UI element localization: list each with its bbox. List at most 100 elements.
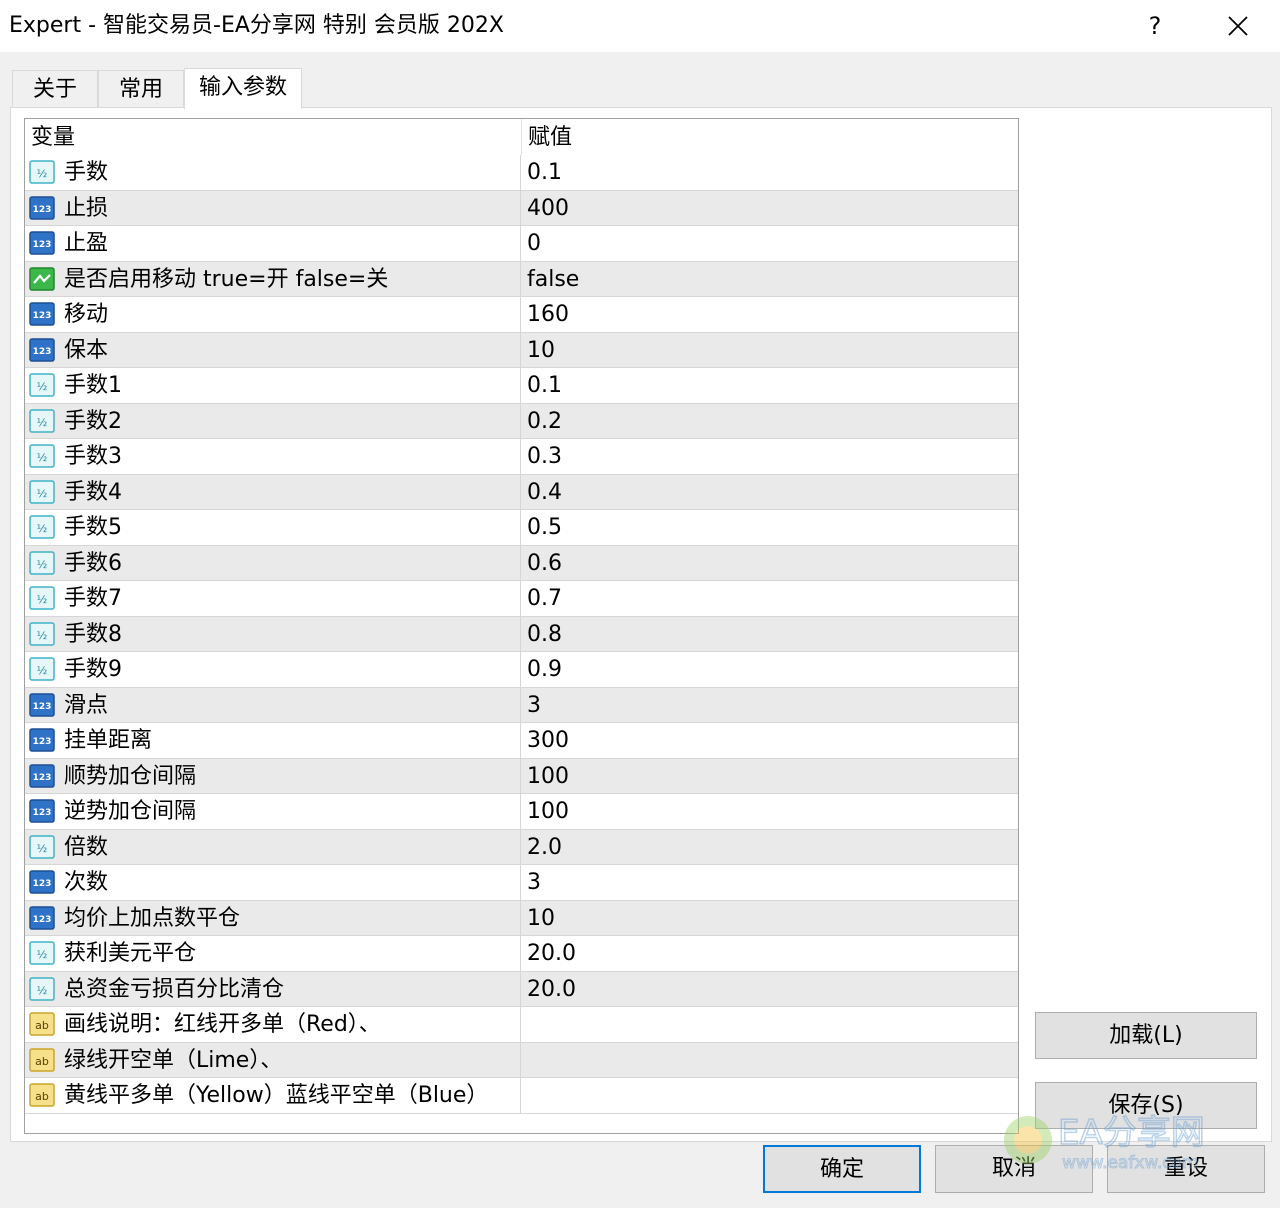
table-row[interactable]: ½ 手数6 0.6 <box>25 545 1018 581</box>
parameter-value[interactable]: 3 <box>527 688 541 723</box>
parameter-value[interactable]: 0.9 <box>527 652 562 687</box>
table-row[interactable]: ½ 手数2 0.2 <box>25 403 1018 439</box>
integer-icon: 123 <box>29 799 55 823</box>
parameter-value[interactable]: 0.7 <box>527 581 562 616</box>
parameter-value[interactable]: 0.4 <box>527 475 562 510</box>
parameter-value[interactable]: 20.0 <box>527 936 576 971</box>
parameter-value[interactable]: 0.1 <box>527 155 562 190</box>
table-row[interactable]: ab 黄线平多单（Yellow）蓝线平空单（Blue） <box>25 1078 1018 1114</box>
column-divider <box>520 439 521 474</box>
column-divider <box>520 794 521 829</box>
parameter-value[interactable]: 0.1 <box>527 368 562 403</box>
fraction-icon: ½ <box>29 976 55 1001</box>
svg-text:123: 123 <box>33 808 52 818</box>
parameter-name: 保本 <box>64 337 109 363</box>
table-row[interactable]: 123 保本 10 <box>25 332 1018 368</box>
parameter-value[interactable]: 3 <box>527 865 541 900</box>
table-row[interactable]: ½ 手数 0.1 <box>25 155 1018 191</box>
title-bar: Expert - 智能交易员-EA分享网 特别 会员版 202X ? <box>0 0 1280 52</box>
integer-icon: 123 <box>29 763 55 788</box>
column-divider <box>520 936 521 971</box>
integer-icon: 123 <box>29 728 55 752</box>
table-row[interactable]: 123 滑点 3 <box>25 687 1018 723</box>
parameter-value[interactable]: 300 <box>527 723 569 758</box>
reset-button[interactable]: 重设 <box>1107 1145 1265 1193</box>
parameter-value[interactable]: 0 <box>527 226 541 261</box>
parameter-name: 获利美元平仓 <box>64 941 197 966</box>
parameter-value[interactable]: 0.5 <box>527 510 562 545</box>
table-row[interactable]: 123 逆势加仓间隔 100 <box>25 794 1018 830</box>
tab-about[interactable]: 关于 <box>12 70 98 108</box>
fraction-icon: ½ <box>29 479 55 504</box>
parameter-value[interactable]: 0.8 <box>527 617 562 652</box>
table-row[interactable]: 123 挂单距离 300 <box>25 723 1018 759</box>
table-row[interactable]: ½ 手数7 0.7 <box>25 581 1018 617</box>
column-divider <box>520 723 521 758</box>
table-row[interactable]: ½ 总资金亏损百分比清仓 20.0 <box>25 971 1018 1007</box>
parameter-value[interactable]: 0.3 <box>527 439 562 474</box>
table-row[interactable]: 123 次数 3 <box>25 865 1018 901</box>
column-header-value[interactable]: 赋值 <box>528 119 572 155</box>
fraction-icon: ½ <box>29 586 55 610</box>
column-divider <box>520 261 521 296</box>
table-row[interactable]: 是否启用移动 true=开 false=关 false <box>25 261 1018 297</box>
integer-icon: 123 <box>29 905 55 930</box>
load-button[interactable]: 加载(L) <box>1035 1012 1257 1059</box>
table-row[interactable]: ½ 手数5 0.5 <box>25 510 1018 546</box>
svg-text:½: ½ <box>37 167 48 180</box>
close-button[interactable] <box>1203 0 1273 52</box>
table-row[interactable]: ½ 手数1 0.1 <box>25 368 1018 404</box>
table-row[interactable]: ½ 倍数 2.0 <box>25 829 1018 865</box>
parameter-value[interactable]: 10 <box>527 901 555 936</box>
fraction-icon: ½ <box>29 373 55 397</box>
table-row[interactable]: ½ 手数8 0.8 <box>25 616 1018 652</box>
parameter-value[interactable]: 10 <box>527 333 555 368</box>
table-row[interactable]: ab 画线说明：红线开多单（Red）、 <box>25 1007 1018 1043</box>
table-row[interactable]: ab 绿线开空单（Lime）、 <box>25 1042 1018 1078</box>
column-divider <box>520 474 521 509</box>
svg-text:123: 123 <box>33 702 52 712</box>
parameter-value[interactable]: 400 <box>527 191 569 226</box>
window-title: Expert - 智能交易员-EA分享网 特别 会员版 202X <box>9 13 504 38</box>
parameter-name: 止损 <box>64 195 109 221</box>
tab-common[interactable]: 常用 <box>98 70 184 108</box>
fraction-icon: ½ <box>29 550 55 575</box>
fraction-icon: ½ <box>29 444 55 468</box>
parameter-value[interactable]: false <box>527 262 579 297</box>
cancel-button[interactable]: 取消 <box>935 1145 1093 1193</box>
column-divider <box>520 403 521 438</box>
table-row[interactable]: 123 止损 400 <box>25 190 1018 226</box>
svg-text:½: ½ <box>37 629 48 642</box>
table-row[interactable]: 123 止盈 0 <box>25 226 1018 262</box>
svg-text:123: 123 <box>33 737 52 747</box>
table-row[interactable]: ½ 手数3 0.3 <box>25 439 1018 475</box>
column-divider <box>520 616 521 651</box>
table-row[interactable]: 123 顺势加仓间隔 100 <box>25 758 1018 794</box>
parameter-value[interactable]: 2.0 <box>527 830 562 865</box>
table-row[interactable]: 123 均价上加点数平仓 10 <box>25 900 1018 936</box>
table-row[interactable]: ½ 手数4 0.4 <box>25 474 1018 510</box>
column-divider <box>520 510 521 545</box>
parameter-value[interactable]: 20.0 <box>527 972 576 1007</box>
fraction-icon: ½ <box>29 657 55 681</box>
parameter-value[interactable]: 0.6 <box>527 546 562 581</box>
save-button[interactable]: 保存(S) <box>1035 1082 1257 1129</box>
parameter-value[interactable]: 160 <box>527 297 569 332</box>
boolean-icon <box>29 266 55 291</box>
column-header-variable[interactable]: 变量 <box>31 119 75 155</box>
help-button[interactable]: ? <box>1120 0 1190 52</box>
tab-input-parameters[interactable]: 输入参数 <box>184 68 302 109</box>
parameter-name: 滑点 <box>64 692 109 718</box>
parameters-grid[interactable]: 变量 赋值 ½ 手数 0.1 123 止损 400 123 止盈 0 是否启用移动 true=开 … <box>24 118 1019 1134</box>
ok-button[interactable]: 确定 <box>763 1145 921 1193</box>
parameter-value[interactable]: 0.2 <box>527 404 562 439</box>
svg-text:½: ½ <box>37 948 48 961</box>
table-row[interactable]: ½ 获利美元平仓 20.0 <box>25 936 1018 972</box>
table-row[interactable]: 123 移动 160 <box>25 297 1018 333</box>
parameter-name: 黄线平多单（Yellow）蓝线平空单（Blue） <box>64 1083 489 1108</box>
table-row[interactable]: ½ 手数9 0.9 <box>25 652 1018 688</box>
svg-text:½: ½ <box>37 984 48 997</box>
parameter-value[interactable]: 100 <box>527 794 569 829</box>
parameter-value[interactable]: 100 <box>527 759 569 794</box>
parameter-name: 手数7 <box>64 586 122 611</box>
